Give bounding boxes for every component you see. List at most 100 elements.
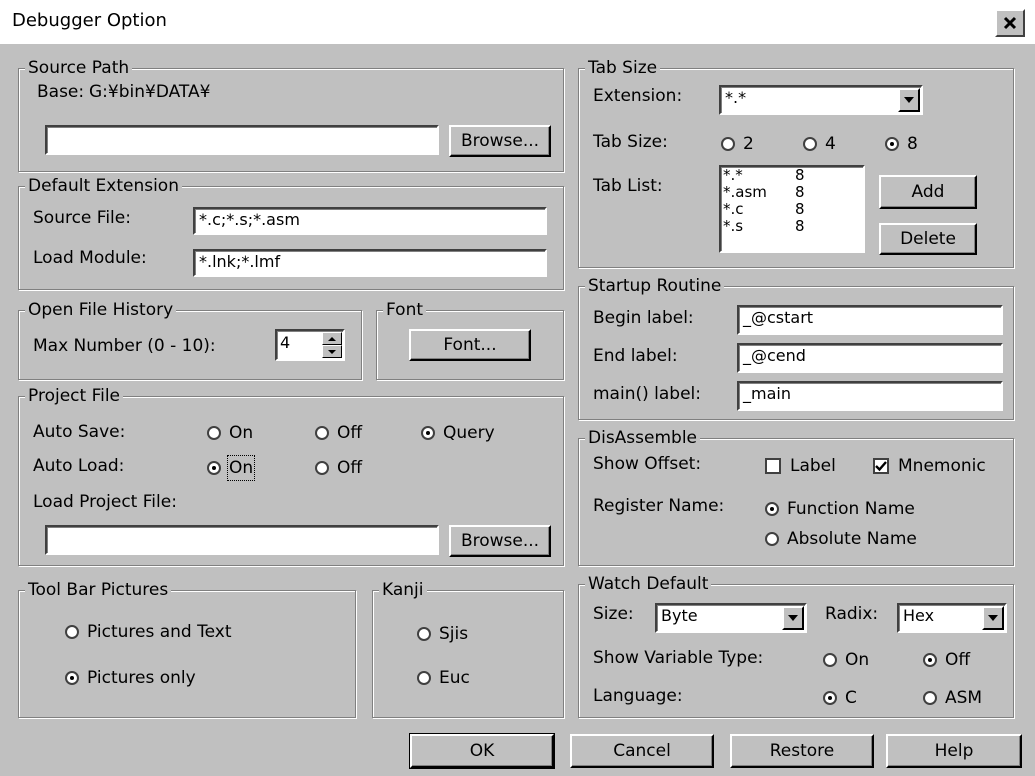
extension-combo[interactable]: *.* <box>719 85 923 115</box>
help-button[interactable]: Help <box>886 734 1022 768</box>
list-item-ext: *.c <box>723 200 744 218</box>
radix-label: Radix: <box>825 604 879 624</box>
tab-list[interactable]: *.* 8 *.asm 8 *.c 8 *.s 8 <box>719 165 865 253</box>
auto-save-on-label: On <box>229 423 254 443</box>
radio-selected-icon <box>923 653 937 667</box>
show-type-off-radio[interactable]: Off <box>923 649 970 671</box>
list-item[interactable]: *.* 8 <box>721 167 863 184</box>
radix-combo[interactable]: Hex <box>897 603 1007 633</box>
auto-load-off-radio[interactable]: Off <box>315 457 362 479</box>
pictures-only-radio[interactable]: Pictures only <box>65 667 196 689</box>
radix-value: Hex <box>903 606 935 625</box>
pictures-and-text-radio[interactable]: Pictures and Text <box>65 621 232 643</box>
auto-save-off-label: Off <box>337 423 363 443</box>
language-asm-label: ASM <box>945 688 983 708</box>
radio-selected-icon <box>207 461 221 475</box>
add-button[interactable]: Add <box>879 175 977 209</box>
tab-size-4-radio[interactable]: 4 <box>803 133 836 155</box>
main-label-input[interactable]: _main <box>737 381 1003 411</box>
disassemble-group: DisAssemble Show Offset: Label Mnemonic … <box>578 427 1014 566</box>
delete-button[interactable]: Delete <box>879 223 977 255</box>
increment-button[interactable] <box>322 332 342 345</box>
checkmark-icon <box>875 461 887 472</box>
auto-load-on-radio[interactable]: On <box>207 455 256 481</box>
size-dropdown-button[interactable] <box>782 606 804 630</box>
load-module-input[interactable]: *.lnk;*.lmf <box>193 249 547 277</box>
radio-selected-icon <box>421 426 435 440</box>
arrow-down-icon <box>328 349 336 354</box>
startup-routine-legend: Startup Routine <box>585 275 725 297</box>
debugger-option-dialog: Debugger Option Source Path Base: G:¥bin… <box>0 0 1035 776</box>
language-label: Language: <box>593 686 683 706</box>
radio-selected-icon <box>65 671 79 685</box>
radio-icon <box>207 426 221 440</box>
tab-list-label: Tab List: <box>593 176 663 196</box>
end-label-label: End label: <box>593 346 678 366</box>
list-item-ext: *.* <box>723 166 743 184</box>
show-variable-type-label: Show Variable Type: <box>593 648 764 668</box>
close-button[interactable] <box>995 9 1025 37</box>
auto-save-query-radio[interactable]: Query <box>421 422 495 444</box>
cancel-button[interactable]: Cancel <box>570 734 714 768</box>
end-label-input[interactable]: _@cend <box>737 343 1003 373</box>
main-label-label: main() label: <box>593 384 701 404</box>
pictures-only-label: Pictures only <box>87 668 196 688</box>
open-file-history-group: Open File History Max Number (0 - 10): 4 <box>18 299 362 380</box>
extension-dropdown-button[interactable] <box>898 88 920 112</box>
watch-default-legend: Watch Default <box>585 573 712 595</box>
pictures-and-text-label: Pictures and Text <box>87 622 232 642</box>
auto-save-label: Auto Save: <box>33 422 126 442</box>
radio-icon <box>315 461 329 475</box>
offset-label-text: Label <box>790 456 836 476</box>
toolbar-pictures-group: Tool Bar Pictures Pictures and Text Pict… <box>18 579 356 718</box>
tab-size-8-radio[interactable]: 8 <box>885 133 918 155</box>
source-file-input[interactable]: *.c;*.s;*.asm <box>193 207 547 235</box>
register-absolute-name-label: Absolute Name <box>787 529 917 549</box>
source-path-input[interactable] <box>45 125 439 155</box>
load-project-file-label: Load Project File: <box>33 492 177 512</box>
size-value: Byte <box>661 606 698 625</box>
radio-icon <box>417 671 431 685</box>
language-c-radio[interactable]: C <box>823 687 857 709</box>
offset-label-checkbox[interactable]: Label <box>765 455 836 477</box>
radio-icon <box>803 137 817 151</box>
radio-icon <box>765 532 779 546</box>
register-absolute-name-radio[interactable]: Absolute Name <box>765 528 917 550</box>
open-file-history-legend: Open File History <box>25 299 177 321</box>
chevron-down-icon <box>788 615 798 621</box>
auto-save-on-radio[interactable]: On <box>207 422 253 444</box>
offset-mnemonic-checkbox[interactable]: Mnemonic <box>873 455 986 477</box>
restore-button[interactable]: Restore <box>730 734 874 768</box>
tab-size-2-radio[interactable]: 2 <box>721 133 754 155</box>
radix-dropdown-button[interactable] <box>982 606 1004 630</box>
list-item[interactable]: *.s 8 <box>721 218 863 235</box>
size-combo[interactable]: Byte <box>655 603 807 633</box>
default-extension-group: Default Extension Source File: *.c;*.s;*… <box>18 175 564 290</box>
show-type-on-radio[interactable]: On <box>823 649 869 671</box>
begin-label-input[interactable]: _@cstart <box>737 305 1003 335</box>
register-function-name-radio[interactable]: Function Name <box>765 498 915 520</box>
max-number-stepper[interactable]: 4 <box>275 329 345 361</box>
list-item[interactable]: *.c 8 <box>721 201 863 218</box>
base-value: G:¥bin¥DATA¥ <box>89 82 211 102</box>
list-item[interactable]: *.asm 8 <box>721 184 863 201</box>
source-path-browse-button[interactable]: Browse... <box>449 125 551 157</box>
tab-size-group: Tab Size Extension: *.* Tab Size: 2 4 8 … <box>578 57 1014 268</box>
kanji-sjis-radio[interactable]: Sjis <box>417 623 468 645</box>
list-item-size: 8 <box>795 166 805 184</box>
auto-save-off-radio[interactable]: Off <box>315 422 362 444</box>
language-asm-radio[interactable]: ASM <box>923 687 982 709</box>
chevron-down-icon <box>988 615 998 621</box>
toolbar-pictures-legend: Tool Bar Pictures <box>25 579 172 601</box>
radio-selected-icon <box>765 502 779 516</box>
load-project-file-input[interactable] <box>45 525 439 555</box>
font-button[interactable]: Font... <box>409 329 531 361</box>
kanji-euc-radio[interactable]: Euc <box>417 667 470 689</box>
ok-button[interactable]: OK <box>409 733 555 769</box>
checkbox-checked-icon <box>873 458 889 474</box>
load-module-label: Load Module: <box>33 248 147 268</box>
decrement-button[interactable] <box>322 345 342 358</box>
show-type-on-label: On <box>845 650 870 670</box>
title-bar[interactable]: Debugger Option <box>0 0 1035 44</box>
project-file-browse-button[interactable]: Browse... <box>449 525 551 557</box>
